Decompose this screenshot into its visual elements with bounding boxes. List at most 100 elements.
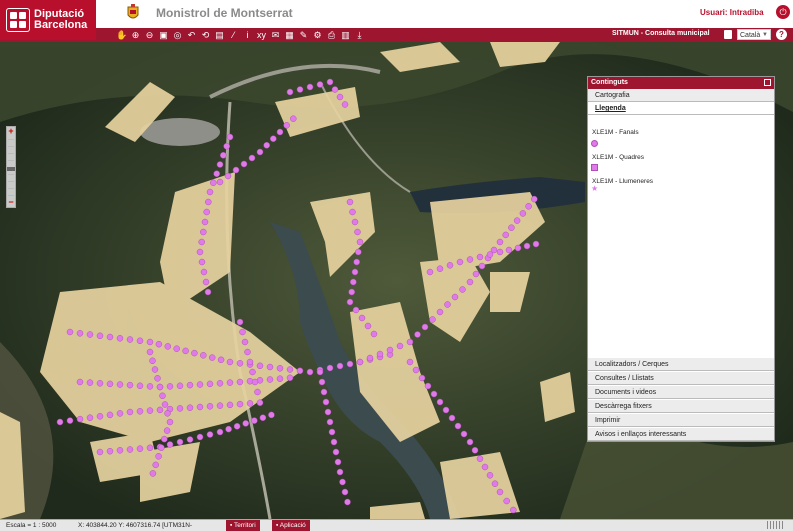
streetlight-point: [523, 242, 531, 250]
language-value: Català: [740, 32, 761, 39]
streetlight-point: [116, 447, 124, 454]
streetlight-point: [364, 322, 372, 330]
section-descarrega[interactable]: Descàrrega fitxers: [588, 400, 774, 413]
streetlight-point: [421, 323, 429, 331]
panel-title: Continguts: [588, 77, 774, 89]
section-cartografia[interactable]: Cartografia: [588, 89, 774, 102]
zoom-prev-icon[interactable]: ↶: [186, 29, 197, 41]
streetlight-point: [351, 218, 359, 226]
refresh-icon[interactable]: ⟲: [200, 29, 211, 41]
user-label: Usuari: Intradiba: [700, 8, 764, 17]
pan-hand-icon[interactable]: ✋: [116, 29, 127, 41]
streetlight-point: [161, 435, 168, 443]
streetlight-point: [236, 378, 244, 386]
streetlight-point: [290, 115, 297, 122]
aplicacio-label: Aplicació: [279, 522, 306, 529]
streetlight-point: [355, 248, 362, 256]
tool-group: ✋ ⊕ ⊖ ▣ ◎ ↶ ⟲ ▤ ⁄ i xy ✉ ▦ ✎ ⚙ ⎙ ▥ ⤓: [116, 29, 365, 41]
streetlight-point: [472, 270, 480, 278]
diputacio-logo[interactable]: Diputació Barcelona: [0, 0, 96, 40]
edit-icon[interactable]: ✎: [298, 29, 309, 41]
streetlight-point: [531, 195, 538, 203]
resize-grip[interactable]: [767, 521, 785, 529]
zoom-out-icon[interactable]: ⊖: [144, 29, 155, 41]
streetlight-point: [126, 336, 134, 343]
zoom-in-icon[interactable]: ⊕: [130, 29, 141, 41]
streetlight-point: [196, 381, 204, 388]
streetlight-point: [173, 345, 180, 352]
streetlight-point: [106, 333, 114, 341]
info-icon[interactable]: i: [242, 29, 253, 41]
streetlight-point: [406, 358, 414, 366]
streetlight-point: [454, 422, 462, 430]
print-icon[interactable]: ⎙: [326, 29, 337, 41]
streetlight-point: [198, 258, 206, 266]
streetlight-point: [446, 262, 454, 269]
streetlight-point: [136, 337, 144, 345]
streetlight-point: [136, 382, 144, 390]
streetlight-point: [198, 238, 205, 246]
streetlight-point: [341, 101, 349, 108]
streetlight-point: [106, 447, 114, 455]
streetlight-point: [66, 417, 74, 424]
manual-book-icon[interactable]: [724, 30, 732, 39]
streetlight-point: [217, 356, 225, 364]
streetlight-point: [136, 408, 144, 415]
section-documents[interactable]: Documents i videos: [588, 386, 774, 399]
streetlight-point: [376, 350, 384, 358]
streetlight-point: [316, 81, 324, 88]
legend-circle-icon: [591, 140, 598, 147]
streetlight-point: [466, 256, 474, 263]
streetlight-point: [251, 417, 258, 424]
section-avisos[interactable]: Avisos i enllaços interessants: [588, 428, 774, 441]
streetlight-point: [346, 360, 354, 368]
streetlight-point: [414, 331, 421, 338]
streetlight-point: [163, 427, 171, 434]
streetlight-point: [332, 448, 340, 456]
settings-icon[interactable]: ⚙: [312, 29, 323, 41]
zoom-out-button[interactable]: −: [7, 198, 15, 207]
zoom-in-button[interactable]: +: [7, 127, 15, 136]
zoom-slider[interactable]: + −: [6, 126, 16, 208]
aplicacio-button[interactable]: ▪ Aplicació: [272, 520, 310, 531]
section-imprimir[interactable]: Imprimir: [588, 414, 774, 427]
territori-button[interactable]: ▪ Territori: [226, 520, 260, 531]
streetlight-point: [451, 293, 459, 301]
comment-icon[interactable]: ✉: [270, 29, 281, 41]
layers-icon[interactable]: ▤: [214, 29, 225, 41]
streetlight-point: [216, 178, 224, 186]
section-consultes[interactable]: Consultes / Llistats: [588, 372, 774, 385]
table-icon[interactable]: ▦: [284, 29, 295, 41]
streetlight-point: [322, 398, 330, 406]
streetlight-point: [149, 357, 156, 365]
zoom-box-icon[interactable]: ▣: [158, 29, 169, 41]
streetlight-point: [502, 231, 509, 239]
streetlight-point: [486, 472, 494, 479]
logout-power-icon[interactable]: ⏻: [776, 5, 790, 19]
language-select[interactable]: Català ▼: [737, 29, 771, 40]
minimize-icon[interactable]: [764, 79, 771, 86]
streetlight-point: [324, 408, 332, 416]
export-icon[interactable]: ▥: [340, 29, 351, 41]
streetlight-point: [164, 410, 171, 417]
download-icon[interactable]: ⤓: [354, 29, 365, 41]
streetlight-point: [149, 470, 157, 477]
streetlight-point: [276, 365, 284, 372]
streetlight-point: [146, 407, 154, 414]
streetlight-point: [263, 142, 270, 149]
status-bar: Escala = 1 : 5000 X: 403844.20 Y: 460731…: [0, 519, 793, 531]
streetlight-point: [436, 308, 444, 316]
measure-icon[interactable]: ⁄: [228, 29, 239, 41]
streetlight-point: [223, 142, 230, 150]
streetlight-point: [225, 425, 232, 433]
streetlight-point: [86, 379, 94, 386]
streetlight-point: [196, 403, 204, 411]
section-localitzadors[interactable]: Localitzadors / Cerques: [588, 358, 774, 371]
section-llegenda[interactable]: Llegenda: [588, 102, 774, 115]
zoom-full-icon[interactable]: ◎: [172, 29, 183, 41]
zoom-handle[interactable]: [7, 167, 15, 171]
streetlight-point: [256, 399, 264, 406]
help-icon[interactable]: ?: [776, 29, 787, 40]
streetlight-point: [186, 436, 194, 443]
coordinates-icon[interactable]: xy: [256, 29, 267, 41]
